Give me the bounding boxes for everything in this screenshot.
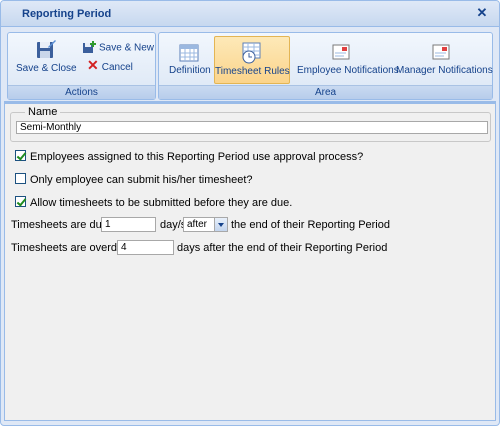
name-legend: Name: [28, 106, 58, 118]
allow-before-due-label: Allow timesheets to be submitted before …: [30, 197, 293, 209]
tab-timesheet-rules[interactable]: Timesheet Rules: [214, 36, 290, 84]
save-new-button[interactable]: Save & New: [82, 41, 154, 56]
name-field[interactable]: [16, 121, 488, 134]
area-group: Definition Timesheet Rules Employee Noti…: [158, 32, 493, 100]
only-employee-submit-checkbox[interactable]: [15, 173, 26, 184]
calendar-icon: [179, 44, 199, 62]
overdue-suffix: days after the end of their Reporting Pe…: [177, 242, 388, 254]
cancel-label: Cancel: [101, 62, 133, 73]
due-when-select[interactable]: after: [183, 217, 228, 232]
timesheet-clock-icon: [242, 42, 261, 64]
due-prefix: Timesheets are due: [11, 219, 108, 231]
save-close-label: Save & Close: [16, 63, 77, 74]
tab-employee-notifications-label: Employee Notifications: [297, 65, 399, 76]
title-bar[interactable]: Reporting Period ✕: [1, 1, 499, 27]
reporting-period-window: Reporting Period ✕ Save & Close Save & N…: [0, 0, 500, 426]
ribbon: Save & Close Save & New ✕Cancel Actions: [7, 32, 493, 100]
allow-before-due-option: Allow timesheets to be submitted before …: [15, 196, 292, 209]
tab-manager-notifications-label: Manager Notifications: [396, 65, 493, 76]
window-title: Reporting Period: [22, 8, 112, 20]
notification-icon: [432, 44, 450, 60]
tab-manager-notifications[interactable]: Manager Notifications: [396, 43, 493, 76]
cancel-button[interactable]: ✕ Cancel: [87, 58, 133, 75]
allow-before-due-checkbox[interactable]: [15, 196, 26, 207]
notification-icon: [332, 44, 350, 60]
only-employee-submit-label: Only employee can submit his/her timeshe…: [30, 174, 253, 186]
area-group-label: Area: [159, 85, 492, 99]
cancel-icon: ✕: [87, 57, 99, 73]
chevron-down-icon[interactable]: [214, 218, 227, 231]
save-close-button[interactable]: Save & Close: [16, 39, 77, 74]
overdue-days-field[interactable]: [117, 240, 174, 255]
close-icon[interactable]: ✕: [475, 6, 489, 20]
actions-group: Save & Close Save & New ✕ Cancel Actions: [7, 32, 156, 100]
only-employee-submit-option: Only employee can submit his/her timeshe…: [15, 173, 253, 186]
tab-definition-label: Definition: [169, 65, 211, 76]
actions-group-label: Actions: [8, 85, 155, 99]
approval-process-checkbox[interactable]: [15, 150, 26, 161]
due-suffix: the end of their Reporting Period: [231, 219, 390, 231]
approval-process-option: Employees assigned to this Reporting Per…: [15, 150, 363, 163]
due-when-value: after: [187, 219, 208, 230]
save-icon: [37, 40, 56, 58]
approval-process-label: Employees assigned to this Reporting Per…: [30, 151, 364, 163]
tab-employee-notifications[interactable]: Employee Notifications: [297, 43, 399, 76]
tab-timesheet-rules-label: Timesheet Rules: [215, 66, 290, 77]
tab-definition[interactable]: Definition: [169, 43, 211, 76]
save-new-icon: [83, 41, 96, 53]
timesheet-rules-panel: Name Employees assigned to this Reportin…: [4, 101, 496, 421]
due-days-field[interactable]: [101, 217, 156, 232]
save-new-label: Save & New: [99, 42, 155, 54]
overdue-prefix: Timesheets are overdue: [11, 242, 130, 254]
